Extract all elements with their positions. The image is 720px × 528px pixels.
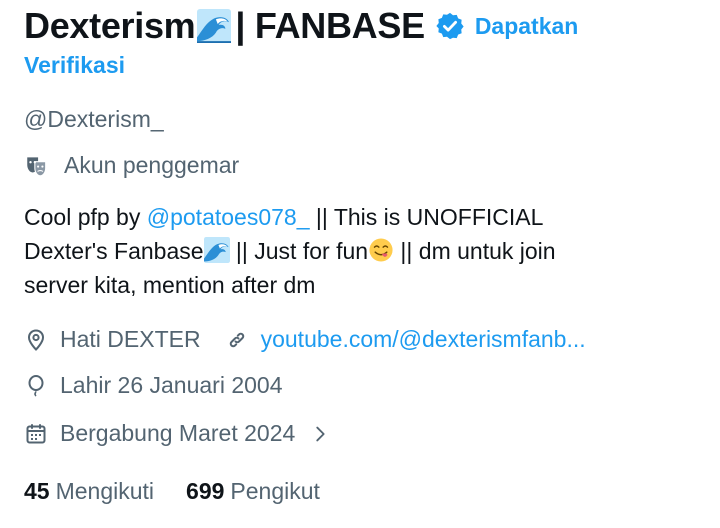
balloon-icon [28,374,44,397]
calendar-icon [26,423,46,443]
chevron-right-icon[interactable] [309,423,331,445]
following-label[interactable]: Mengikuti [56,478,154,505]
bio-text: Cool pfp by [24,204,147,230]
profile-category: Akun penggemar [24,152,239,179]
location-text: Hati DEXTER [60,326,201,352]
get-verified-link[interactable]: Dapatkan [475,13,579,40]
bio-mention-link[interactable]: @potatoes078_ [147,204,310,230]
display-name: Dexterism [24,5,196,46]
get-verified-link-continued[interactable]: Verifikasi [24,52,125,79]
website-link[interactable]: youtube.com/@dexterismfanb... [261,326,586,353]
profile-bio: Cool pfp by @potatoes078_ || This is UNO… [24,200,684,302]
followers-label[interactable]: Pengikut [230,478,320,505]
joined-date-text: Bergabung Maret 2024 [60,420,296,446]
profile-meta-row: Lahir 26 Januari 2004 [24,372,283,399]
bio-text: || Just for fun [229,238,369,264]
follow-stats: 45 Mengikuti 699 Pengikut [24,478,352,505]
bio-text: Dexter's Fanbase [24,238,204,264]
verified-badge-icon[interactable] [435,11,465,41]
bio-line-3: server kita, mention after dm [24,272,316,298]
display-name-suffix: | FANBASE [235,5,425,46]
username-handle: @Dexterism_ [24,106,164,132]
birthdate-text: Lahir 26 Januari 2004 [60,372,283,398]
theater-masks-icon [27,156,47,176]
bio-line-2: Dexter's Fanbase || Just for fun || dm u… [24,234,684,268]
bio-text: || dm untuk join [394,238,556,264]
link-icon [229,332,244,347]
category-label: Akun penggemar [64,152,240,178]
yum-face-emoji-icon [369,238,393,262]
location-pin-icon [27,328,45,351]
profile-header: Dexterism | FANBASE Dapatkan Verifikasi … [0,0,720,528]
profile-meta-row[interactable]: Bergabung Maret 2024 [24,420,331,447]
bio-line-1: Cool pfp by @potatoes078_ || This is UNO… [24,200,684,234]
name-line: Dexterism | FANBASE Dapatkan [24,2,578,50]
followers-count[interactable]: 699 [186,478,224,505]
bio-text: || This is UNOFFICIAL [309,204,544,230]
following-count[interactable]: 45 [24,478,50,505]
water-wave-emoji-icon [203,237,230,263]
profile-meta-row: Hati DEXTER youtube.com/@dexterismfanb..… [24,326,586,353]
water-wave-emoji-icon [197,9,232,43]
